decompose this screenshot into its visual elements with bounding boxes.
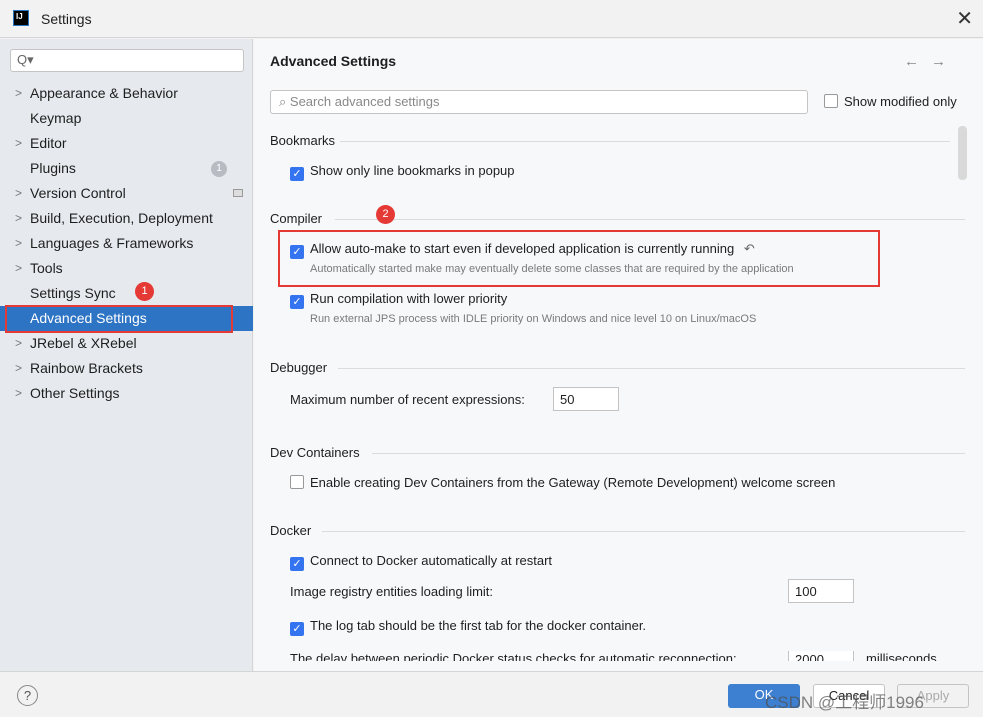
auto-make-description: Automatically started make may eventuall… [310,263,794,275]
project-settings-icon [233,189,243,197]
sidebar-item-label: Rainbow Brackets [30,360,143,376]
section-title: Compiler [270,211,323,226]
show-modified-checkbox[interactable]: Show modified only [824,94,957,109]
sidebar-item-plugins[interactable]: Plugins 1 [0,156,253,181]
settings-tree: > Appearance & Behavior Keymap > Editor Plugi… [0,81,253,406]
page-title: Advanced Settings [270,53,397,69]
sidebar-item-label: Build, Execution, Deployment [30,210,213,226]
scrollbar[interactable] [958,126,967,180]
sidebar-item-label: Languages & Frameworks [30,235,194,251]
max-expressions-label: Maximum number of recent expressions: [290,392,525,407]
advanced-search-input[interactable]: ⌕ Search advanced settings [270,90,808,114]
chevron-right-icon[interactable]: > [15,81,22,106]
section-title: Bookmarks [270,133,336,148]
chevron-right-icon[interactable]: > [15,206,22,231]
sidebar-item-label: Appearance & Behavior [30,85,178,101]
app-logo: IJ [13,10,29,26]
window-title: Settings [41,11,92,27]
footer: ? OK Cancel Apply CSDN @工程师1996 [0,671,983,717]
sidebar: Q▾ > Appearance & Behavior Keymap > Editor Pl… [0,39,253,671]
sidebar-item-tools[interactable]: > Tools [0,256,253,281]
auto-make-checkbox[interactable]: ✓ Allow auto-make to start even if develo… [290,241,755,259]
label: The log tab should be the first tab for … [310,618,647,633]
help-button[interactable]: ? [17,685,38,706]
section-debugger: Debugger [270,360,965,375]
label: Run compilation with lower priority [310,291,508,306]
chevron-right-icon[interactable]: > [15,131,22,156]
sidebar-item-keymap[interactable]: Keymap [0,106,253,131]
chevron-right-icon[interactable]: > [15,381,22,406]
sidebar-item-label: Tools [30,260,63,276]
chevron-right-icon[interactable]: > [15,331,22,356]
chevron-right-icon[interactable]: > [15,231,22,256]
label: Enable creating Dev Containers from the … [310,475,836,490]
docker-connect-checkbox[interactable]: ✓ Connect to Docker automatically at rest… [290,553,552,571]
limit-input[interactable]: 100 [788,579,854,603]
section-dev-containers: Dev Containers [270,445,965,460]
main-panel: Advanced Settings ←→ ⌕ Search advanced s… [254,39,983,671]
label: Connect to Docker automatically at resta… [310,553,553,568]
section-title: Docker [270,523,312,538]
delay-input[interactable]: 2000 [788,651,854,661]
delay-unit: milliseconds [866,651,937,661]
sidebar-item-jrebel-xrebel[interactable]: > JRebel & XRebel [0,331,253,356]
max-expressions-input[interactable]: 50 [553,387,619,411]
chevron-right-icon[interactable]: > [15,181,22,206]
sidebar-item-build-execution-deployment[interactable]: > Build, Execution, Deployment [0,206,253,231]
update-badge: 1 [211,161,227,177]
label: Allow auto-make to start even if develop… [310,241,735,256]
sidebar-item-label: JRebel & XRebel [30,335,137,351]
nav-arrows-icon[interactable]: ←→ [904,53,958,70]
sidebar-item-label: Settings Sync [30,285,116,301]
limit-label: Image registry entities loading limit: [290,584,494,599]
show-line-bookmarks-checkbox[interactable]: ✓ Show only line bookmarks in popup [290,163,515,181]
label: Show modified only [844,94,957,109]
label: Show only line bookmarks in popup [310,163,515,178]
sidebar-item-rainbow-brackets[interactable]: > Rainbow Brackets [0,356,253,381]
chevron-right-icon[interactable]: > [15,356,22,381]
close-icon[interactable]: ✕ [956,6,973,31]
annotation-badge-2: 2 [376,205,395,224]
sidebar-item-settings-sync[interactable]: Settings Sync [0,281,253,306]
title-bar: IJ Settings ✕ [0,0,983,38]
reset-icon[interactable]: ↶ [744,241,755,256]
section-compiler: Compiler [270,211,965,226]
chevron-right-icon[interactable]: > [15,256,22,281]
sidebar-item-label: Version Control [30,185,126,201]
sidebar-item-other-settings[interactable]: > Other Settings [0,381,253,406]
watermark: CSDN @工程师1996 [765,693,924,712]
sidebar-search-input[interactable]: Q▾ [10,49,244,72]
annotation-badge-1: 1 [135,282,154,301]
delay-label: The delay between periodic Docker status… [290,651,737,661]
sidebar-item-version-control[interactable]: > Version Control [0,181,253,206]
section-title: Dev Containers [270,445,360,460]
clipped-row: The delay between periodic Docker status… [254,651,983,661]
sidebar-item-editor[interactable]: > Editor [0,131,253,156]
search-placeholder: Search advanced settings [289,94,440,109]
sidebar-item-appearance-behavior[interactable]: > Appearance & Behavior [0,81,253,106]
dev-containers-checkbox[interactable]: Enable creating Dev Containers from the … [290,475,835,490]
sidebar-item-label: Keymap [30,110,82,126]
section-title: Debugger [270,360,328,375]
annotation-highlight-1 [5,305,233,333]
log-tab-checkbox[interactable]: ✓ The log tab should be the first tab for… [290,618,646,636]
sidebar-item-label: Plugins [30,160,76,176]
sidebar-item-label: Other Settings [30,385,120,401]
sidebar-item-languages-frameworks[interactable]: > Languages & Frameworks [0,231,253,256]
section-bookmarks: Bookmarks [270,133,950,148]
sidebar-item-label: Editor [30,135,67,151]
lower-priority-description: Run external JPS process with IDLE prior… [310,313,757,325]
section-docker: Docker [270,523,965,538]
lower-priority-checkbox[interactable]: ✓ Run compilation with lower priority [290,291,507,309]
